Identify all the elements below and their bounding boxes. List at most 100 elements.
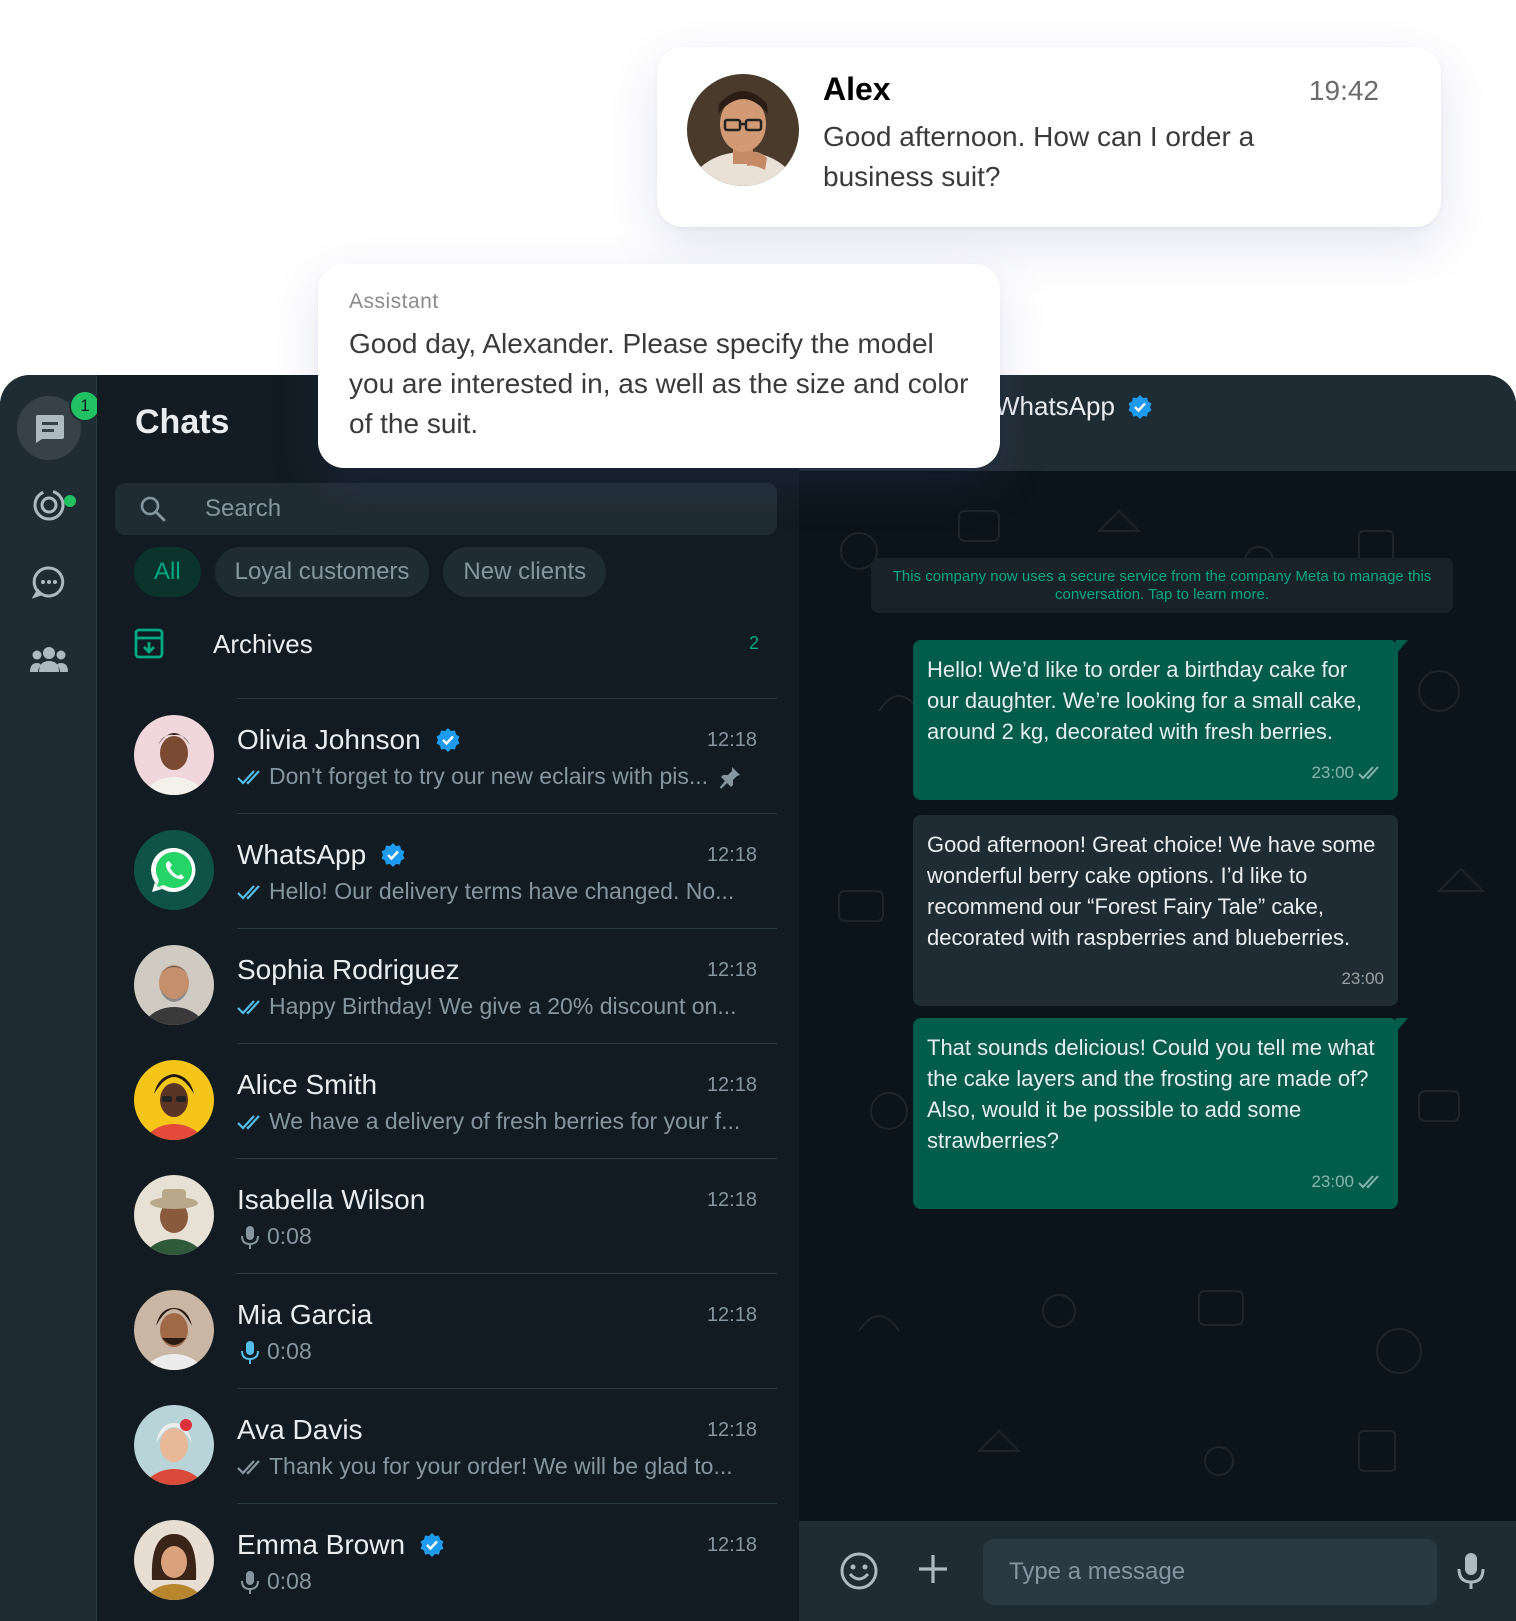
conversation-panel: WhatsApp This company now uses a secure … — [799, 375, 1516, 1621]
double-check-icon — [237, 769, 260, 785]
nav-rail: 1 — [0, 375, 101, 1621]
assistant-reply-card[interactable]: Assistant Good day, Alexander. Please sp… — [318, 264, 1000, 468]
search-icon — [140, 496, 166, 522]
avatar — [134, 1520, 214, 1600]
avatar — [134, 1060, 214, 1140]
communities-icon — [30, 647, 68, 672]
contact-name: Mia Garcia — [237, 1299, 373, 1330]
whatsapp-window: 1 Chats Search All Loyal customers New c… — [0, 375, 1516, 1621]
chat-time: 12:18 — [706, 1189, 757, 1211]
encryption-notice[interactable]: This company now uses a secure service f… — [871, 558, 1453, 614]
microphone-icon — [241, 1570, 259, 1594]
microphone-icon — [241, 1225, 259, 1249]
microphone-icon — [241, 1340, 259, 1364]
chat-rows: Olivia Johnson 12:18 Don't forget to try… — [97, 698, 777, 1618]
avatar — [134, 715, 214, 795]
chat-row-alice-smith[interactable]: Alice Smith 12:18 We have a delivery of … — [97, 1043, 777, 1158]
search-bar[interactable] — [115, 483, 777, 535]
incoming-notification-card[interactable]: Alex 19:42 Good afternoon. How can I ord… — [657, 47, 1441, 227]
contact-name: Ava Davis — [237, 1414, 363, 1445]
communities-nav-button[interactable] — [17, 627, 81, 691]
chat-row-ava-davis[interactable]: Ava Davis 12:18 Thank you for your order… — [97, 1388, 777, 1503]
avatar — [134, 945, 214, 1025]
last-message: Thank you for your order! We will be gla… — [269, 1453, 733, 1479]
conversation-title: WhatsApp — [995, 391, 1115, 421]
message-text: Good afternoon. How can I order a busine… — [823, 121, 1255, 192]
message-time: 23:00 — [1341, 969, 1384, 988]
status-icon — [33, 489, 65, 521]
alex-avatar — [687, 74, 799, 186]
filter-new-clients[interactable]: New clients — [443, 547, 607, 597]
chat-time: 12:18 — [706, 1534, 757, 1556]
channels-icon — [32, 566, 65, 599]
double-check-icon — [1358, 765, 1379, 779]
channels-nav-button[interactable] — [17, 550, 81, 614]
double-check-icon — [1358, 1174, 1379, 1188]
archives-count: 2 — [748, 633, 759, 653]
avatar — [134, 830, 214, 910]
microphone-icon[interactable] — [1456, 1551, 1486, 1591]
voice-duration: 0:08 — [267, 1223, 312, 1249]
message-text: Hello! We’d like to order a birthday cak… — [927, 657, 1362, 744]
contact-name: Isabella Wilson — [237, 1184, 426, 1215]
attach-plus-icon[interactable] — [915, 1551, 951, 1587]
double-check-icon — [237, 999, 260, 1015]
contact-name: Olivia Johnson — [237, 724, 421, 755]
contact-name: Alice Smith — [237, 1069, 378, 1100]
verified-badge-icon — [436, 728, 460, 752]
message-input[interactable] — [983, 1539, 1437, 1605]
chat-time: 12:18 — [706, 959, 757, 981]
sender-name: Alex — [823, 71, 891, 107]
archive-icon — [134, 628, 164, 659]
chat-row-isabella-wilson[interactable]: Isabella Wilson 12:18 0:08 — [97, 1158, 777, 1273]
message-time: 23:00 — [1311, 1172, 1354, 1191]
chat-time: 12:18 — [706, 1074, 757, 1096]
avatar — [134, 1290, 214, 1370]
page-title: Chats — [135, 403, 230, 441]
archives-label: Archives — [213, 629, 313, 659]
avatar — [134, 1175, 214, 1255]
chat-row-mia-garcia[interactable]: Mia Garcia 12:18 0:08 — [97, 1273, 777, 1388]
assistant-label: Assistant — [349, 290, 439, 313]
pin-icon — [720, 766, 741, 789]
status-dot — [64, 495, 76, 507]
archives-row[interactable]: Archives 2 — [97, 611, 777, 681]
chat-row-emma-brown[interactable]: Emma Brown 12:18 0:08 — [97, 1503, 777, 1618]
chat-row-whatsapp[interactable]: WhatsApp 12:18 Hello! Our delivery terms… — [97, 813, 777, 928]
chat-list-panel: Chats All Loyal customers New clients Ar… — [97, 375, 799, 1621]
message-bubble-incoming[interactable]: Good afternoon! Great choice! We have so… — [913, 815, 1398, 1006]
filter-all[interactable]: All — [134, 547, 201, 597]
assistant-message: Good day, Alexander. Please specify the … — [349, 328, 969, 439]
contact-name: Emma Brown — [237, 1529, 406, 1560]
emoji-icon[interactable] — [839, 1551, 879, 1591]
verified-badge-icon — [381, 843, 405, 867]
chats-nav-button[interactable]: 1 — [17, 390, 101, 460]
message-text: That sounds delicious! Could you tell me… — [927, 1035, 1375, 1153]
chat-row-olivia-johnson[interactable]: Olivia Johnson 12:18 Don't forget to try… — [97, 698, 777, 813]
chat-time: 12:18 — [706, 844, 757, 866]
chat-time: 12:18 — [706, 729, 757, 751]
chats-icon — [36, 415, 64, 443]
verified-badge-icon — [1128, 394, 1152, 419]
contact-name: WhatsApp — [237, 839, 367, 870]
chat-row-sophia-rodriguez[interactable]: Sophia Rodriguez 12:18 Happy Birthday! W… — [97, 928, 777, 1043]
chat-time: 12:18 — [706, 1419, 757, 1441]
voice-duration: 0:08 — [267, 1338, 312, 1364]
verified-badge-icon — [420, 1533, 444, 1557]
search-input[interactable] — [205, 483, 745, 535]
last-message: Don't forget to try our new eclairs with… — [269, 763, 709, 789]
last-message: We have a delivery of fresh berries for … — [269, 1108, 741, 1134]
message-composer — [799, 1521, 1516, 1621]
voice-duration: 0:08 — [267, 1568, 312, 1594]
contact-name: Sophia Rodriguez — [237, 954, 460, 985]
double-check-icon — [237, 1459, 260, 1475]
chat-time: 12:18 — [706, 1304, 757, 1326]
message-time: 23:00 — [1311, 763, 1354, 782]
avatar — [134, 1405, 214, 1485]
message-bubble-outgoing[interactable]: Hello! We’d like to order a birthday cak… — [913, 640, 1408, 800]
filter-loyal-customers[interactable]: Loyal customers — [214, 547, 430, 597]
last-message: Happy Birthday! We give a 20% discount o… — [269, 993, 737, 1019]
double-check-icon — [237, 1114, 260, 1130]
message-bubble-outgoing[interactable]: That sounds delicious! Could you tell me… — [913, 1018, 1408, 1209]
message-text: Good afternoon! Great choice! We have so… — [927, 832, 1376, 950]
